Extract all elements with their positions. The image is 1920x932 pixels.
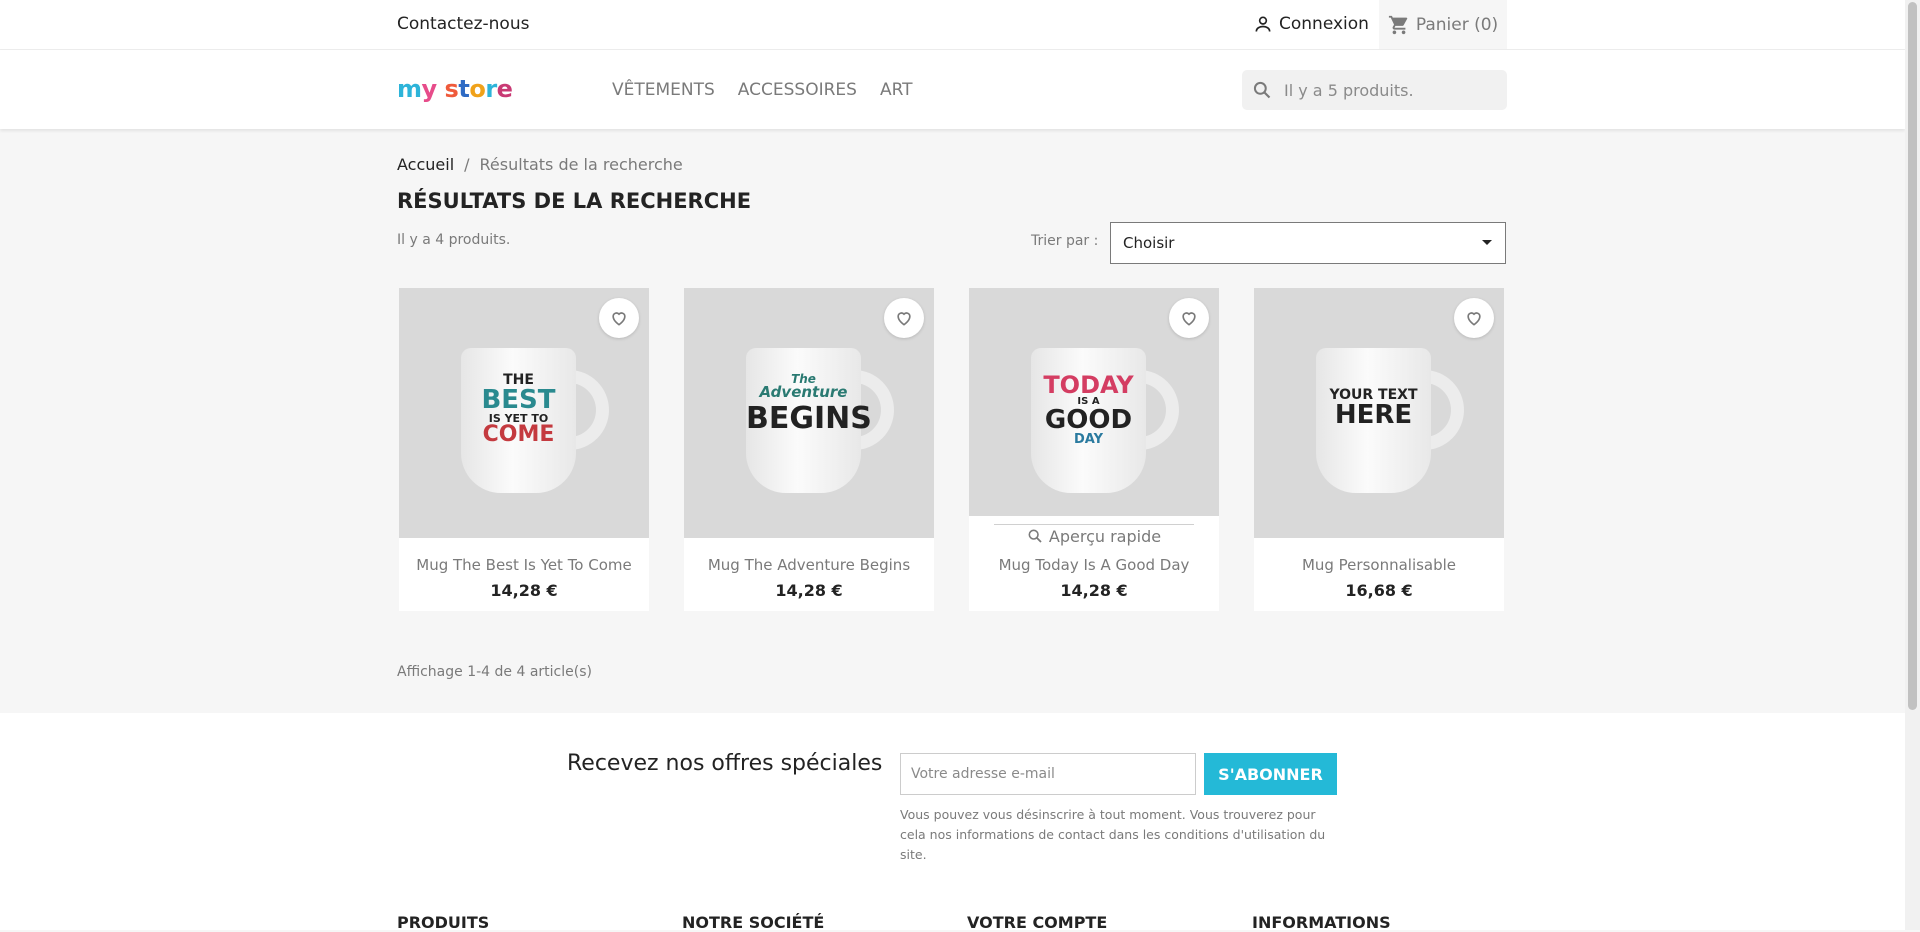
- breadcrumb-current: Résultats de la recherche: [479, 155, 683, 174]
- product-name[interactable]: Mug Personnalisable: [1254, 556, 1504, 574]
- footer: Recevez nos offres spéciales S'ABONNER V…: [0, 713, 1905, 932]
- mug-print: THE BEST IS YET TO COME: [481, 372, 556, 447]
- product-card[interactable]: THE BEST IS YET TO COME Mug The Best Is …: [399, 288, 649, 611]
- contact-link[interactable]: Contactez-nous: [397, 14, 529, 34]
- product-image[interactable]: THE BEST IS YET TO COME: [399, 288, 649, 538]
- subscribe-button[interactable]: S'ABONNER: [1204, 753, 1337, 795]
- mug-print: The Adventure BEGINS: [746, 372, 872, 436]
- product-card[interactable]: TODAY IS A GOOD DAY Aperçu rapide Mug To…: [969, 288, 1219, 611]
- heart-icon: [1467, 312, 1481, 326]
- page-title: RÉSULTATS DE LA RECHERCHE: [397, 189, 752, 213]
- product-count: Il y a 4 produits.: [397, 232, 511, 248]
- cart-button[interactable]: Panier (0): [1379, 0, 1507, 49]
- footer-heading-compte[interactable]: VOTRE COMPTE: [967, 913, 1252, 932]
- nav-item-art[interactable]: ART: [880, 80, 913, 100]
- breadcrumb-separator: /: [464, 155, 470, 174]
- login-label: Connexion: [1279, 14, 1369, 34]
- sort-select[interactable]: Choisir: [1110, 222, 1506, 264]
- newsletter-note: Vous pouvez vous désinscrire à tout mome…: [900, 807, 1326, 862]
- newsletter-title: Recevez nos offres spéciales: [567, 751, 883, 776]
- wishlist-button[interactable]: [1454, 298, 1494, 338]
- mug-print: TODAY IS A GOOD DAY: [1043, 371, 1134, 447]
- main-nav: VÊTEMENTS ACCESSOIRES ART: [612, 80, 913, 100]
- cart-label: Panier (0): [1415, 14, 1499, 35]
- product-price: 14,28 €: [775, 581, 843, 600]
- search-box: [1242, 70, 1507, 110]
- main-header: my store VÊTEMENTS ACCESSOIRES ART: [0, 50, 1905, 129]
- scrollbar-thumb[interactable]: [1908, 2, 1917, 710]
- product-card[interactable]: YOUR TEXT HERE Mug Personnalisable 16,68…: [1254, 288, 1504, 611]
- product-image[interactable]: TODAY IS A GOOD DAY: [969, 288, 1219, 538]
- search-icon[interactable]: [1242, 80, 1282, 100]
- product-image[interactable]: The Adventure BEGINS: [684, 288, 934, 538]
- product-card[interactable]: The Adventure BEGINS Mug The Adventure B…: [684, 288, 934, 611]
- heart-icon: [1182, 312, 1196, 326]
- heart-icon: [612, 312, 626, 326]
- product-image[interactable]: YOUR TEXT HERE: [1254, 288, 1504, 538]
- pagination-summary: Affichage 1-4 de 4 article(s): [397, 664, 592, 680]
- cart-icon: [1388, 15, 1408, 34]
- caret-down-icon: [1482, 240, 1492, 245]
- quick-view-button[interactable]: Aperçu rapide: [969, 516, 1219, 556]
- product-grid: THE BEST IS YET TO COME Mug The Best Is …: [399, 288, 1504, 611]
- product-name[interactable]: Mug The Best Is Yet To Come: [399, 556, 649, 574]
- footer-heading-informations[interactable]: INFORMATIONS: [1252, 913, 1537, 932]
- quick-view-label: Aperçu rapide: [1048, 526, 1162, 546]
- product-name[interactable]: Mug Today Is A Good Day: [969, 556, 1219, 574]
- product-name[interactable]: Mug The Adventure Begins: [684, 556, 934, 574]
- product-price: 16,68 €: [1345, 581, 1413, 600]
- sort-label: Trier par :: [1031, 233, 1099, 249]
- wishlist-button[interactable]: [1169, 298, 1209, 338]
- search-input[interactable]: [1282, 79, 1496, 101]
- page-scrollbar[interactable]: [1905, 0, 1920, 930]
- store-logo[interactable]: my store: [397, 75, 513, 103]
- product-price: 14,28 €: [490, 581, 558, 600]
- search-icon: [1028, 529, 1042, 543]
- wishlist-button[interactable]: [884, 298, 924, 338]
- newsletter-email-input[interactable]: [900, 753, 1196, 795]
- mug-print: YOUR TEXT HERE: [1329, 387, 1418, 430]
- product-price: 14,28 €: [1060, 581, 1128, 600]
- user-icon: [1255, 16, 1271, 32]
- top-bar: Contactez-nous Connexion Panier (0): [0, 0, 1905, 50]
- wishlist-button[interactable]: [599, 298, 639, 338]
- footer-heading-produits[interactable]: PRODUITS: [397, 913, 682, 932]
- login-link[interactable]: Connexion: [1253, 14, 1369, 34]
- footer-columns: PRODUITS NOTRE SOCIÉTÉ VOTRE COMPTE INFO…: [397, 913, 1537, 932]
- heart-icon: [897, 312, 911, 326]
- footer-heading-societe[interactable]: NOTRE SOCIÉTÉ: [682, 913, 967, 932]
- sort-value: Choisir: [1123, 234, 1175, 252]
- breadcrumb-home[interactable]: Accueil: [397, 155, 454, 174]
- breadcrumb: Accueil / Résultats de la recherche: [397, 155, 683, 174]
- nav-item-vetements[interactable]: VÊTEMENTS: [612, 80, 715, 100]
- nav-item-accessoires[interactable]: ACCESSOIRES: [738, 80, 857, 100]
